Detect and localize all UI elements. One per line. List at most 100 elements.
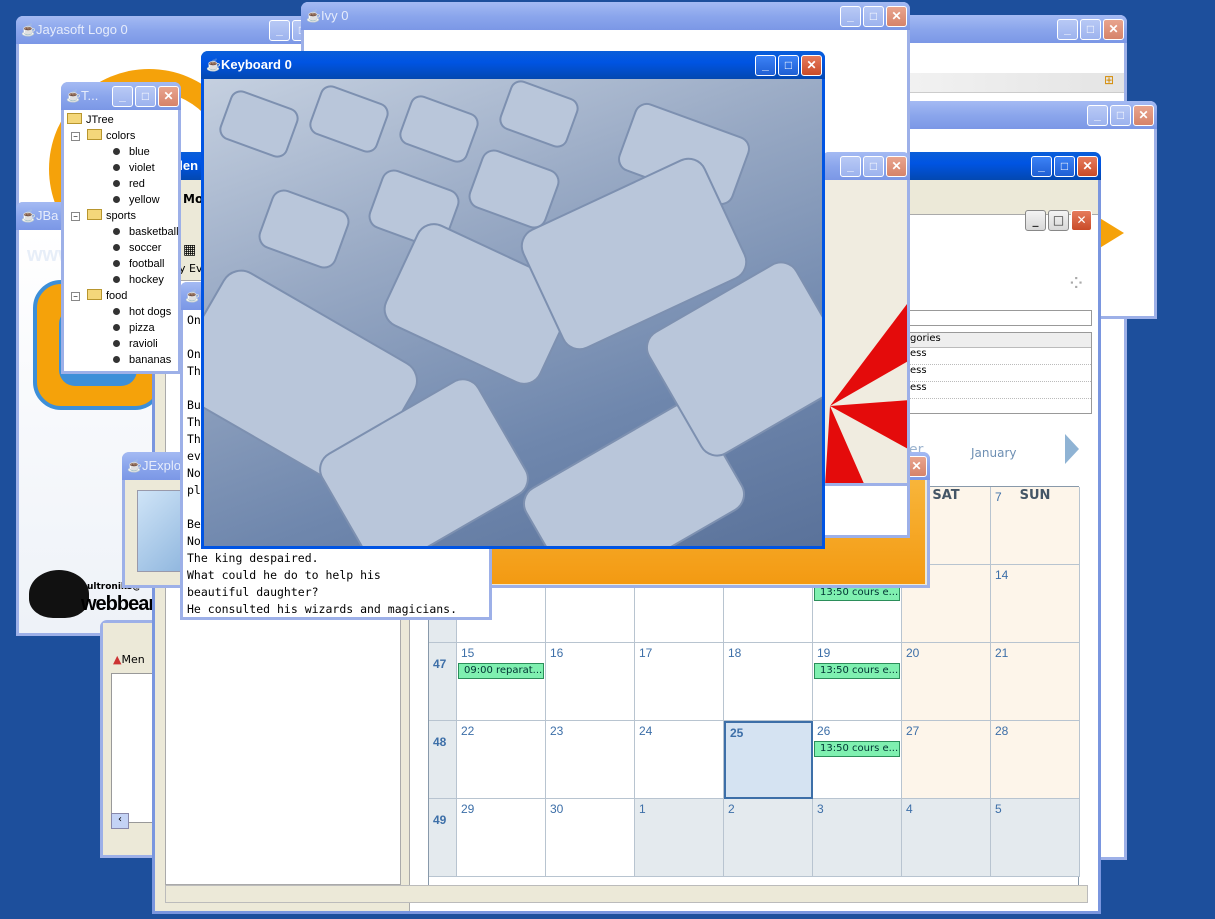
maximize-button[interactable]: □	[1054, 156, 1075, 177]
tree-leaf-label: soccer	[129, 242, 162, 254]
collapse-icon[interactable]: −	[71, 212, 80, 221]
search-field[interactable]	[907, 310, 1092, 326]
brand-logo: webbeans	[81, 593, 163, 615]
java-icon: ☕	[21, 23, 36, 37]
scroll-left-button[interactable]: ‹	[111, 813, 129, 829]
day-number: 28	[995, 724, 1009, 738]
day-cell[interactable]: 14	[991, 565, 1080, 643]
tree-leaf[interactable]: ravioli	[67, 336, 178, 352]
titlebar[interactable]: ☕ T... _ □ ✕	[61, 82, 181, 110]
tree-leaf[interactable]: basketball	[67, 224, 178, 240]
tree-folder-colors[interactable]: − colors	[67, 128, 178, 144]
minimize-button[interactable]: _	[112, 86, 133, 107]
day-cell[interactable]: 18	[724, 643, 813, 721]
day-cell[interactable]: 27	[902, 721, 991, 799]
tree-folder-sports[interactable]: − sports	[67, 208, 178, 224]
day-cell[interactable]: 20	[902, 643, 991, 721]
day-cell[interactable]: 1	[635, 799, 724, 877]
category-row[interactable]: ess	[908, 365, 1091, 382]
minimize-button[interactable]: _	[755, 55, 776, 76]
keyboard-window: ☕ Keyboard 0 _ □ ✕	[201, 51, 825, 549]
close-button[interactable]: ✕	[158, 86, 179, 107]
leaf-bullet-icon	[113, 164, 120, 171]
day-cell[interactable]: 19	[813, 643, 902, 721]
minimize-button[interactable]: _	[1087, 105, 1108, 126]
categories-list[interactable]: gories ess ess ess	[907, 332, 1092, 414]
leaf-bullet-icon	[113, 340, 120, 347]
titlebar[interactable]: ☕ Jayasoft Logo 0 _□	[16, 16, 316, 44]
titlebar[interactable]: _ □ ✕	[880, 15, 1127, 43]
play-arrow-icon	[1098, 217, 1124, 249]
minimize-button[interactable]: _	[840, 6, 861, 27]
inner-close-button[interactable]: _ □ ✕	[1025, 210, 1092, 231]
next-month-label[interactable]: January	[971, 446, 1017, 460]
tree-leaf[interactable]: pizza	[67, 320, 178, 336]
day-cell[interactable]: 23	[546, 721, 635, 799]
jtree[interactable]: JTree − colors blue violet red yellow − sports ba…	[64, 110, 178, 371]
minimize-button[interactable]: _	[1057, 19, 1078, 40]
tree-leaf[interactable]: red	[67, 176, 178, 192]
next-month-arrow-icon[interactable]	[1065, 434, 1079, 464]
minimize-button[interactable]: _	[840, 156, 861, 177]
day-cell[interactable]: 16	[546, 643, 635, 721]
tree-root[interactable]: JTree	[67, 112, 178, 128]
calendar-event[interactable]: 09:00 reparat...	[458, 663, 544, 679]
day-cell[interactable]: 29	[457, 799, 546, 877]
day-cell[interactable]: 30	[546, 799, 635, 877]
tree-leaf-label: violet	[129, 162, 155, 174]
day-number: 22	[461, 724, 475, 738]
close-button[interactable]: ✕	[1103, 19, 1124, 40]
close-button[interactable]: ✕	[886, 6, 907, 27]
titlebar[interactable]: _ □ ✕	[900, 101, 1157, 129]
tree-leaf[interactable]: soccer	[67, 240, 178, 256]
day-cell[interactable]: 25	[724, 721, 813, 799]
tree-leaf[interactable]: violet	[67, 160, 178, 176]
titlebar[interactable]: ☕ Keyboard 0 _ □ ✕	[201, 51, 825, 79]
maximize-button[interactable]: □	[863, 6, 884, 27]
maximize-button[interactable]: □	[135, 86, 156, 107]
category-row[interactable]: ess	[908, 382, 1091, 399]
day-cell[interactable]: 5	[991, 799, 1080, 877]
maximize-button[interactable]: □	[1110, 105, 1131, 126]
day-cell[interactable]: 24	[635, 721, 724, 799]
maximize-button[interactable]: □	[778, 55, 799, 76]
day-cell[interactable]: 22	[457, 721, 546, 799]
day-cell[interactable]: 17	[635, 643, 724, 721]
titlebar[interactable]: ☕ Ivy 0 _ □ ✕	[301, 2, 910, 30]
category-row[interactable]: ess	[908, 348, 1091, 365]
tree-leaf[interactable]: yellow	[67, 192, 178, 208]
tree-leaf[interactable]: bananas	[67, 352, 178, 368]
minimize-button[interactable]: _	[269, 20, 290, 41]
collapse-icon[interactable]: −	[71, 292, 80, 301]
calendar-event[interactable]: 13:50 cours e...	[814, 741, 900, 757]
day-cell[interactable]: 21	[991, 643, 1080, 721]
day-cell[interactable]: 3	[813, 799, 902, 877]
calendar-event[interactable]: 13:50 cours e...	[814, 663, 900, 679]
categories-header[interactable]: gories	[908, 333, 1091, 348]
add-icon[interactable]: ⊞	[1104, 73, 1114, 87]
titlebar[interactable]: _ □ ✕	[822, 152, 910, 180]
close-button[interactable]: ✕	[1133, 105, 1154, 126]
day-cell[interactable]: 2	[724, 799, 813, 877]
day-cell[interactable]: 26	[813, 721, 902, 799]
leaf-bullet-icon	[113, 260, 120, 267]
minimize-button[interactable]: _	[1031, 156, 1052, 177]
collapse-icon[interactable]: −	[71, 132, 80, 141]
menu-label: ▲Men	[113, 653, 145, 666]
day-number: 18	[728, 646, 742, 660]
day-header-sun: SUN	[1019, 488, 1051, 503]
maximize-button[interactable]: □	[863, 156, 884, 177]
close-button[interactable]: ✕	[1077, 156, 1098, 177]
tree-leaf[interactable]: hockey	[67, 272, 178, 288]
day-number: 3	[817, 802, 824, 816]
day-cell[interactable]: 28	[991, 721, 1080, 799]
maximize-button[interactable]: □	[1080, 19, 1101, 40]
tree-folder-food[interactable]: − food	[67, 288, 178, 304]
day-cell[interactable]: 4	[902, 799, 991, 877]
tree-leaf[interactable]: blue	[67, 144, 178, 160]
tree-leaf[interactable]: hot dogs	[67, 304, 178, 320]
day-cell[interactable]: 15	[457, 643, 546, 721]
close-button[interactable]: ✕	[886, 156, 907, 177]
close-button[interactable]: ✕	[801, 55, 822, 76]
tree-leaf[interactable]: football	[67, 256, 178, 272]
